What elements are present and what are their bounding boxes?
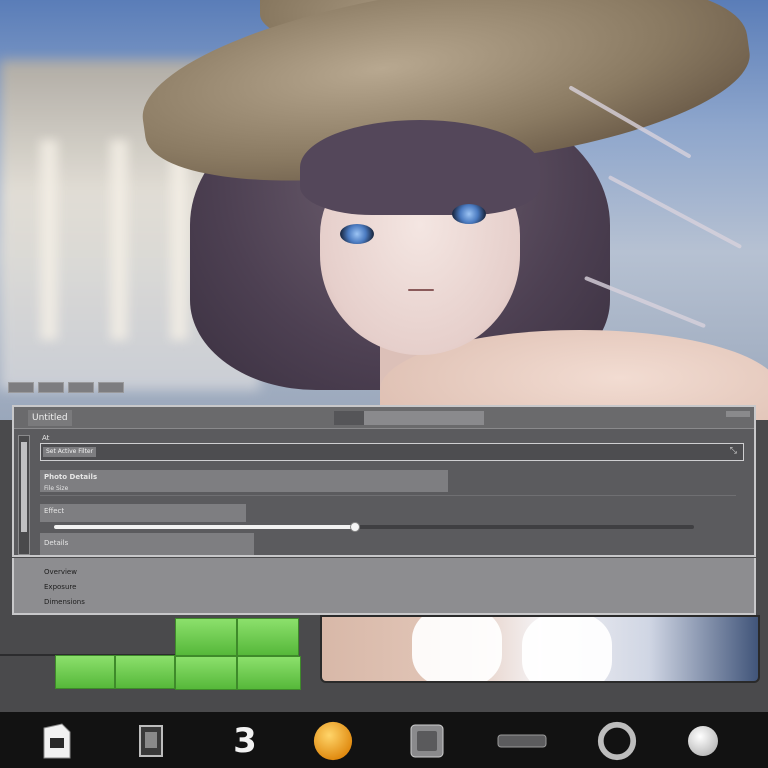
expand-icon[interactable]: ⤡ [730,446,737,456]
mini-toolbar [8,382,124,393]
mouth [408,289,434,291]
panel-header: Untitled [14,407,754,429]
white-cloth [412,617,502,681]
three-icon[interactable]: 3 [224,720,266,762]
info-subpanel: Overview Exposure Dimensions [12,558,756,615]
green-block[interactable] [55,655,115,689]
white-cloth [522,617,612,681]
green-block[interactable] [237,618,299,656]
slider-fill [54,525,355,529]
filter-input[interactable]: Set Active Filter ⤡ [40,443,744,461]
orange-orb-icon[interactable] [312,720,354,762]
square-button-icon[interactable] [406,720,448,762]
properties-panel: Untitled At Set Active Filter ⤡ Photo De… [12,405,756,557]
artwork-illustration [0,0,768,420]
dock-bar: 3 [0,712,768,768]
left-eye [340,224,374,244]
header-mini-control[interactable] [726,411,750,417]
frame-icon[interactable] [130,720,172,762]
info-line-2: Exposure [44,583,77,591]
green-block[interactable] [115,655,175,689]
row2-title: Photo Details [44,473,98,481]
row1-small-label: At [42,434,50,442]
green-block[interactable] [175,618,237,656]
bg-column [40,140,58,340]
bg-column [170,140,188,340]
info-line-1: Overview [44,568,77,576]
right-eye [452,204,486,224]
effect-bar[interactable] [40,504,246,522]
mini-tab-1[interactable] [8,382,34,393]
document-icon[interactable] [36,720,78,762]
bg-column [110,140,128,340]
mini-tab-3[interactable] [68,382,94,393]
row4-label: Details [44,539,69,547]
panel-scrollbar[interactable] [18,435,30,555]
ring-icon[interactable] [596,720,638,762]
mini-tab-2[interactable] [38,382,64,393]
divider [40,495,736,496]
details-bar[interactable] [40,470,448,492]
row2-sub: File Size [44,485,69,492]
row3-label: Effect [44,507,65,515]
artwork-lower-preview [320,615,760,683]
bar-icon[interactable] [496,720,548,762]
header-tab[interactable] [334,411,364,425]
mini-tab-4[interactable] [98,382,124,393]
info-line-3: Dimensions [44,598,85,606]
panel-title: Untitled [28,410,72,426]
details-row-bar[interactable] [40,533,254,555]
bangs [300,120,540,215]
green-block[interactable] [175,656,237,690]
scrollbar-thumb[interactable] [21,442,27,532]
white-orb-icon[interactable] [682,720,724,762]
filter-chip[interactable]: Set Active Filter [43,447,97,457]
green-block[interactable] [237,656,301,690]
hair-strand [607,175,743,249]
slider-knob[interactable] [349,522,360,532]
header-search-field[interactable] [364,411,484,425]
effect-slider[interactable] [54,522,694,532]
